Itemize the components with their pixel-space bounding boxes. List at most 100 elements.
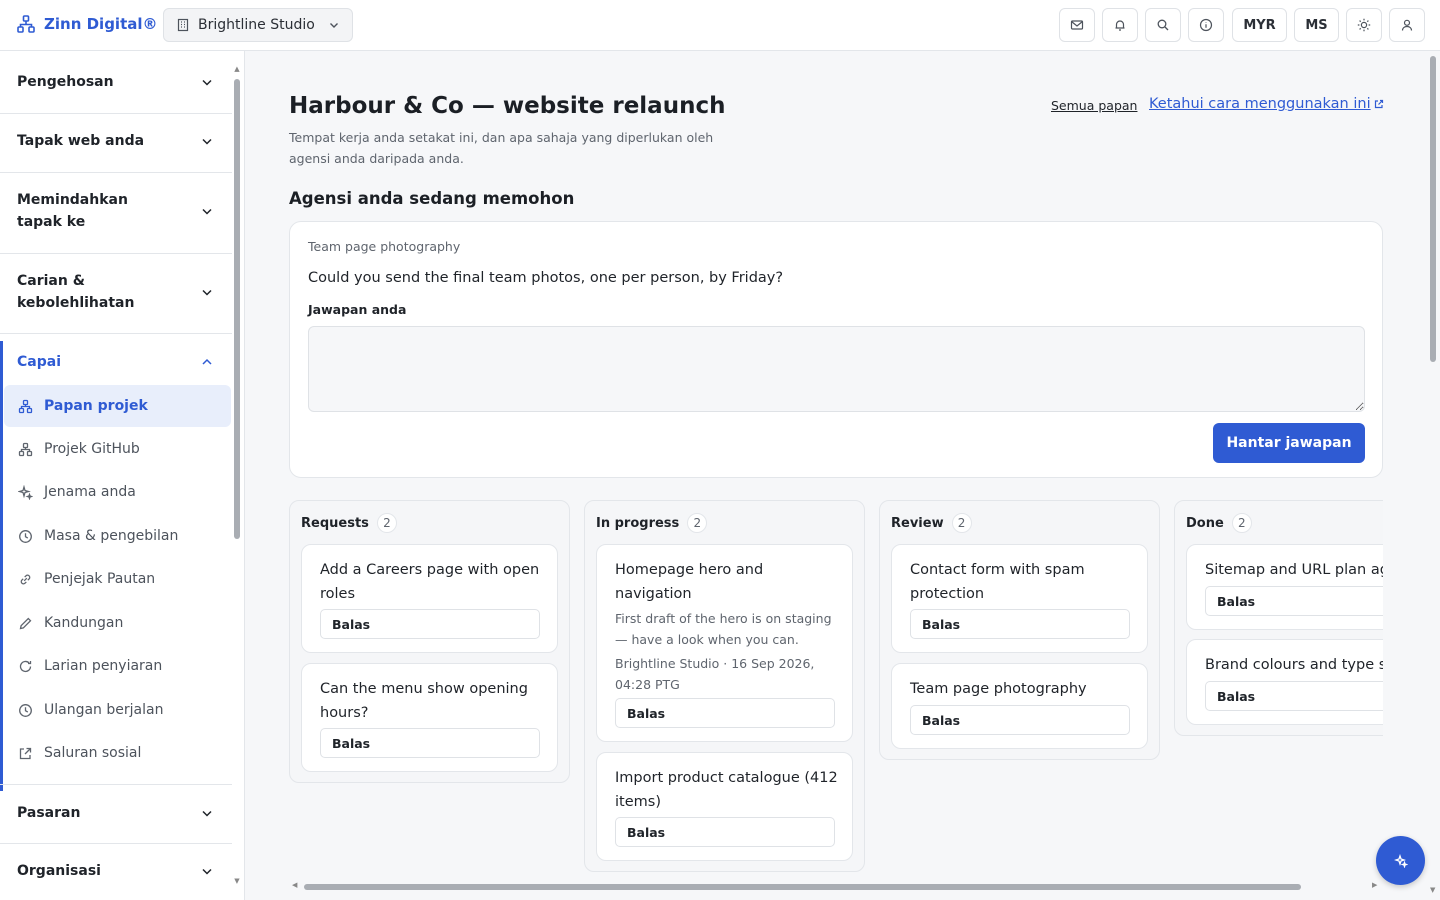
task-card[interactable]: Team page photography Balas <box>891 663 1148 749</box>
sidebar-section-label: Pengehosan <box>17 74 114 90</box>
assistant-fab-button[interactable] <box>1376 836 1425 885</box>
sidebar-section-website[interactable]: Tapak web anda <box>0 114 232 173</box>
account-button[interactable] <box>1389 8 1425 42</box>
sidebar-scrollbar-thumb[interactable] <box>234 79 240 539</box>
sidebar-item-label: Ulangan berjalan <box>44 702 164 718</box>
sidebar-item-github-projects[interactable]: Projek GitHub <box>4 428 231 470</box>
chevron-down-icon <box>202 138 212 145</box>
search-icon <box>1157 19 1169 31</box>
sidebar: Pengehosan Tapak web anda Memindahkan ta… <box>0 51 245 900</box>
sidebar-section-label: Carian & kebolehlihatan <box>17 273 135 311</box>
currency-button[interactable]: MYR <box>1232 8 1287 42</box>
sidebar-item-time-billing[interactable]: Masa & pengebilan <box>4 515 231 557</box>
bell-icon <box>1115 20 1125 31</box>
sidebar-item-label: Larian penyiaran <box>44 658 163 674</box>
sidebar-item-social-channels[interactable]: Saluran sosial <box>4 732 231 774</box>
building-icon <box>177 18 189 32</box>
brand-name: Zinn Digital® <box>44 15 158 33</box>
task-title: Team page photography <box>910 681 1087 697</box>
messages-button[interactable] <box>1059 8 1095 42</box>
board-horizontal-scrollbar-thumb[interactable] <box>304 884 1301 890</box>
theme-toggle[interactable] <box>1346 8 1382 42</box>
sidebar-item-running-repeats[interactable]: Ulangan berjalan <box>4 689 231 731</box>
external-link-icon <box>19 747 32 759</box>
task-card[interactable]: Contact form with spam protection Balas <box>891 544 1148 653</box>
board-icon <box>18 399 33 413</box>
reply-button[interactable]: Balas <box>1205 586 1383 616</box>
sidebar-scroll-down-arrow[interactable]: ▼ <box>233 877 241 885</box>
sidebar-section-market[interactable]: Pasaran <box>0 785 232 844</box>
notifications-button[interactable] <box>1102 8 1138 42</box>
board-scroll-left-arrow[interactable]: ◀ <box>292 881 297 889</box>
link-icon <box>20 574 31 584</box>
task-note: First draft of the hero is on staging — … <box>615 611 832 647</box>
sidebar-item-label: Papan projek <box>44 398 148 414</box>
sidebar-item-content[interactable]: Kandungan <box>4 602 231 644</box>
main-content: Harbour & Co — website relaunch Tempat k… <box>246 51 1426 900</box>
task-card[interactable]: Can the menu show opening hours? Balas <box>301 663 558 772</box>
column-name: Done <box>1186 515 1224 531</box>
sidebar-section-reach-header[interactable]: Capai <box>17 351 214 373</box>
reply-button[interactable]: Balas <box>320 609 540 639</box>
reply-button[interactable]: Balas <box>615 698 835 728</box>
top-bar: Zinn Digital® Brightline Studio MYR MS <box>0 0 1440 51</box>
mail-icon <box>1070 20 1084 30</box>
sidebar-item-link-tracker[interactable]: Penjejak Pautan <box>4 558 231 600</box>
board-column-review: Review 2 Contact form with spam protecti… <box>879 500 1160 760</box>
task-title: Homepage hero and navigation <box>615 562 764 602</box>
reply-button[interactable]: Balas <box>1205 681 1383 711</box>
column-name: Review <box>891 515 944 531</box>
chevron-down-icon <box>330 23 338 28</box>
task-card[interactable]: Import product catalogue (412 items) Bal… <box>596 752 853 861</box>
sidebar-section-label: Tapak web anda <box>17 133 145 149</box>
sidebar-section-migrate[interactable]: Memindahkan tapak ke <box>0 173 232 254</box>
sidebar-item-brand[interactable]: Jenama anda <box>4 471 231 513</box>
task-card[interactable]: Brand colours and type set Balas <box>1186 639 1383 725</box>
chevron-down-icon <box>202 810 212 817</box>
task-card[interactable]: Sitemap and URL plan agreed Balas <box>1186 544 1383 630</box>
sidebar-section-label: Memindahkan tapak ke <box>17 192 128 230</box>
page-scrollbar-thumb[interactable] <box>1430 56 1436 362</box>
board-scroll-right-arrow[interactable]: ▶ <box>1372 881 1377 889</box>
language-button[interactable]: MS <box>1294 8 1339 42</box>
task-title: Sitemap and URL plan agreed <box>1205 562 1383 578</box>
brand-network-icon <box>17 15 35 33</box>
refresh-icon <box>19 660 32 672</box>
sidebar-item-label: Saluran sosial <box>44 745 142 761</box>
sidebar-scroll-up-arrow[interactable]: ▲ <box>233 65 241 73</box>
chevron-down-icon <box>202 79 212 86</box>
sidebar-section-label: Pasaran <box>17 805 81 821</box>
sidebar-item-label: Masa & pengebilan <box>44 528 179 544</box>
reply-button[interactable]: Balas <box>910 609 1130 639</box>
reply-button[interactable]: Balas <box>320 728 540 758</box>
sidebar-item-project-board[interactable]: Papan projek <box>4 385 231 427</box>
task-card[interactable]: Add a Careers page with open roles Balas <box>301 544 558 653</box>
sidebar-item-label: Jenama anda <box>44 484 136 500</box>
workspace-selector[interactable]: Brightline Studio <box>163 8 353 42</box>
column-count-badge: 2 <box>376 513 397 533</box>
sidebar-section-label: Capai <box>17 354 61 370</box>
reply-button[interactable]: Balas <box>615 817 835 847</box>
sidebar-section-hosting[interactable]: Pengehosan <box>0 51 232 114</box>
column-name: In progress <box>596 515 680 531</box>
sidebar-section-search-visibility[interactable]: Carian & kebolehlihatan <box>0 254 232 334</box>
sidebar-item-label: Kandungan <box>44 615 124 631</box>
sidebar-item-publish-runs[interactable]: Larian penyiaran <box>4 645 231 687</box>
brand-logo[interactable]: Zinn Digital® <box>16 14 158 34</box>
task-title: Import product catalogue (412 items) <box>615 770 838 810</box>
clock-icon <box>19 529 32 543</box>
chevron-down-icon <box>202 868 212 875</box>
page-scroll-down-arrow[interactable]: ▼ <box>1430 886 1435 894</box>
sparkle-icon <box>1393 853 1408 868</box>
search-button[interactable] <box>1145 8 1181 42</box>
sidebar-section-organisation[interactable]: Organisasi <box>0 844 232 900</box>
task-card[interactable]: Homepage hero and navigation First draft… <box>596 544 853 742</box>
chevron-up-icon <box>202 358 212 365</box>
column-count-badge: 2 <box>951 513 972 533</box>
info-icon <box>1199 18 1213 32</box>
sidebar-section-reach: Capai Papan projek Projek GitHub Jenama … <box>0 334 232 785</box>
reply-button[interactable]: Balas <box>910 705 1130 735</box>
info-button[interactable] <box>1188 8 1224 42</box>
column-name: Requests <box>301 515 369 531</box>
project-board: Requests 2 Add a Careers page with open … <box>246 51 1383 900</box>
